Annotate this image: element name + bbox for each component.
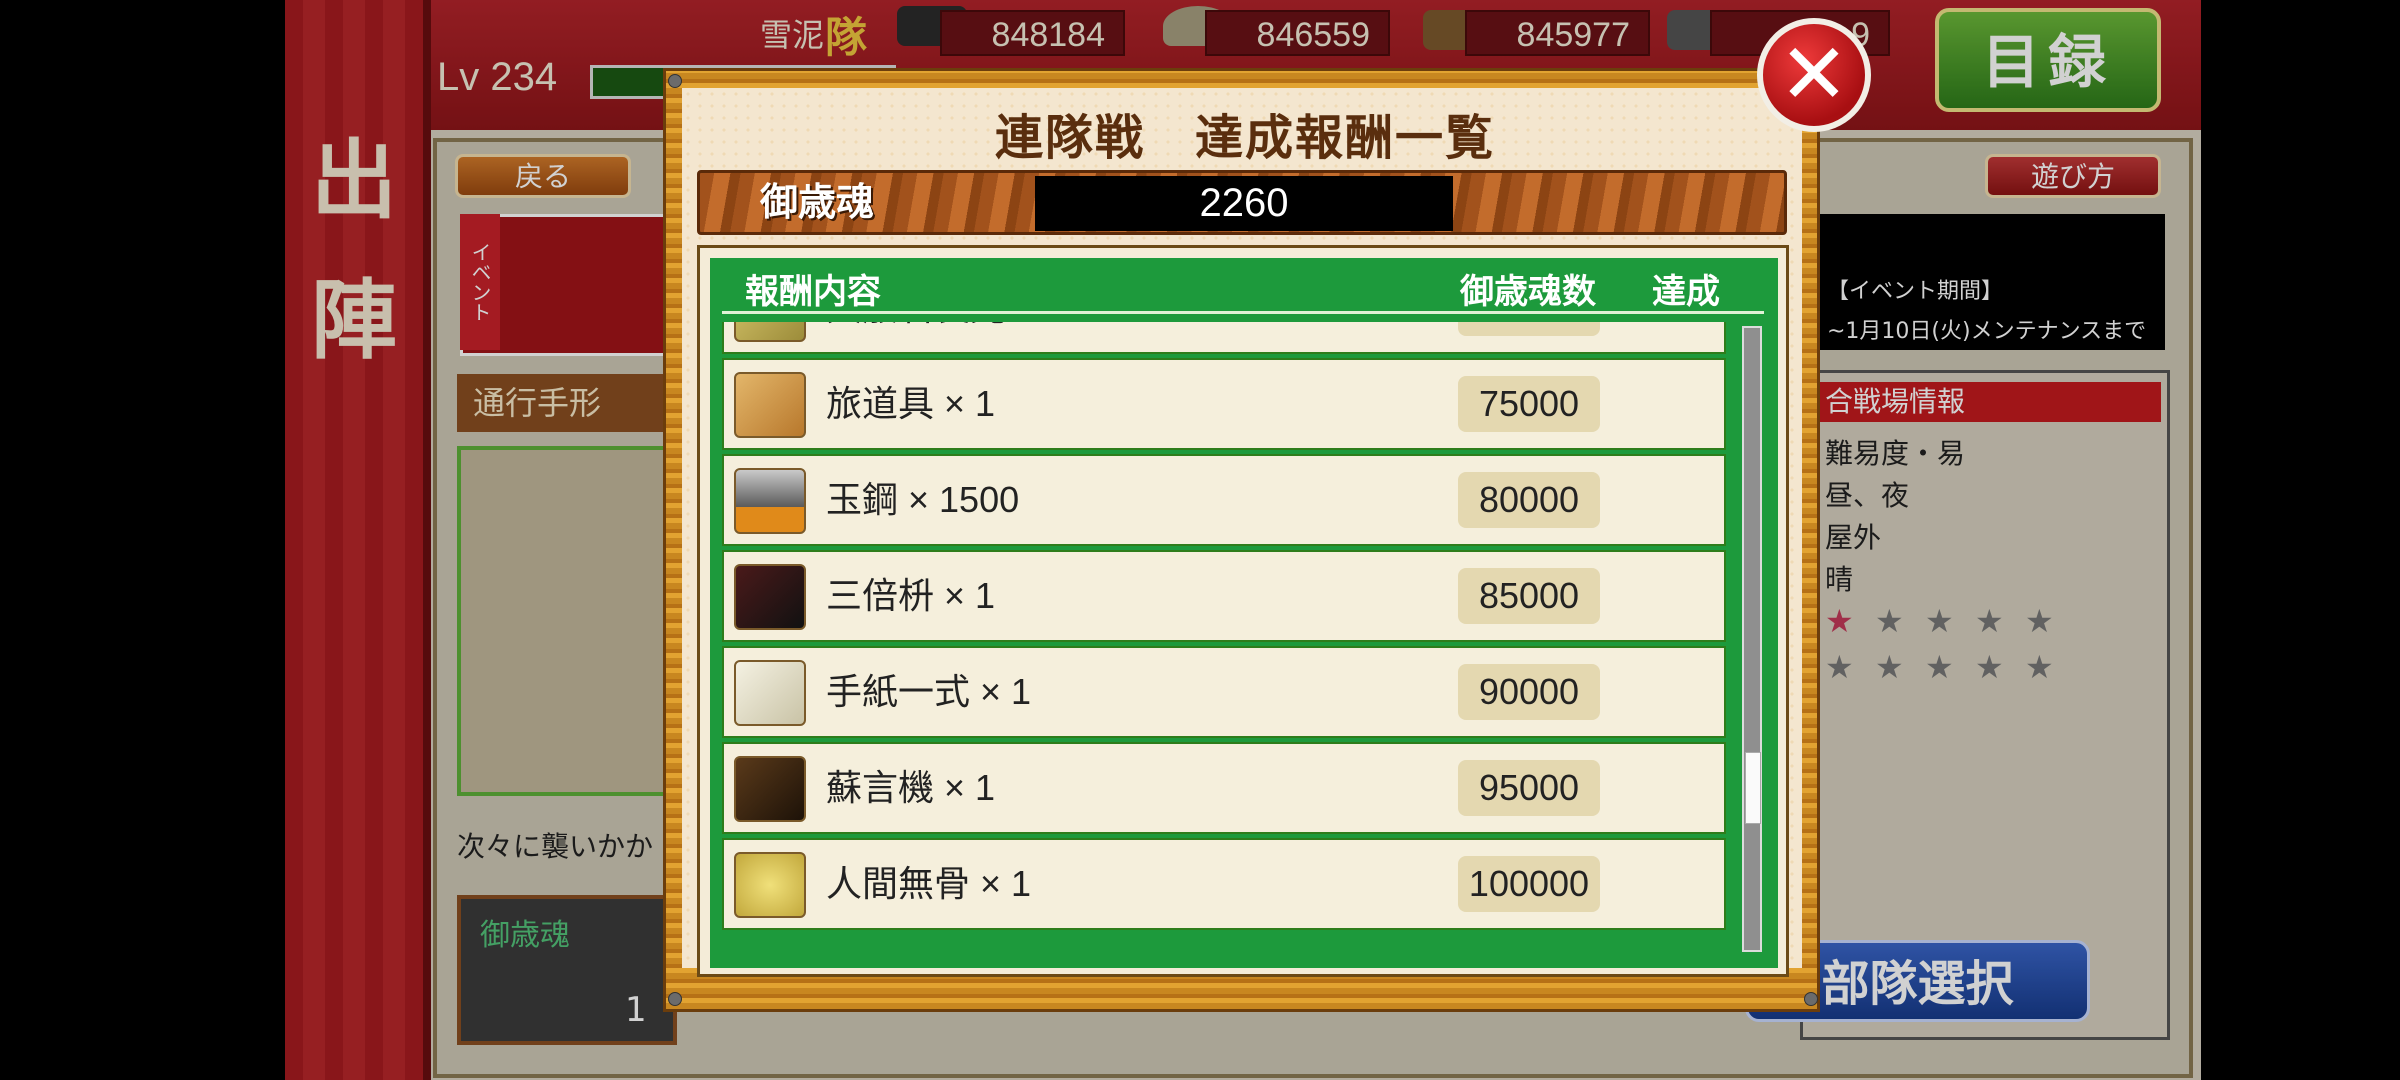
rivet: [1804, 992, 1818, 1006]
close-button[interactable]: ✕: [1757, 18, 1871, 132]
reward-list[interactable]: 大般若長光 × 1 70000 旅道具 × 1 75000 玉鋼 × 1500 …: [722, 322, 1730, 954]
reward-name: 三倍枡 × 1: [826, 575, 996, 616]
reward-count: 90000: [1458, 664, 1600, 720]
header-gosai-count: 御歳魂数: [1460, 272, 1596, 312]
scrollbar-track[interactable]: [1742, 326, 1762, 952]
spear-icon: [734, 852, 806, 918]
list-item: 手紙一式 × 1 90000: [722, 646, 1726, 738]
reward-count: 95000: [1458, 760, 1600, 816]
triple-masu-icon: [734, 564, 806, 630]
list-item: 人間無骨 × 1 100000: [722, 838, 1726, 930]
letter-set-icon: [734, 660, 806, 726]
reward-count: 70000: [1458, 322, 1600, 336]
reward-name: 手紙一式 × 1: [826, 671, 1032, 712]
reward-name: 旅道具 × 1: [826, 383, 996, 424]
gramophone-icon: [734, 756, 806, 822]
sword-icon: [734, 322, 806, 342]
tamahagane-icon: [734, 468, 806, 534]
header-achieved: 達成: [1652, 272, 1720, 312]
reward-name: 玉鋼 × 1500: [826, 479, 1020, 520]
rivet: [668, 992, 682, 1006]
score-value: 2260: [1035, 176, 1453, 231]
score-label: 御歳魂: [760, 179, 875, 224]
reward-count: 75000: [1458, 376, 1600, 432]
reward-count: 100000: [1458, 856, 1600, 912]
reward-name: 人間無骨 × 1: [826, 863, 1032, 904]
list-item: 蘇言機 × 1 95000: [722, 742, 1726, 834]
rivet: [668, 74, 682, 88]
close-icon: ✕: [1778, 25, 1850, 123]
reward-name: 蘇言機 × 1: [826, 767, 996, 808]
reward-name: 大般若長光 × 1: [826, 322, 1067, 352]
modal-title: 連隊戦 達成報酬一覧: [994, 110, 1495, 166]
list-item: 三倍枡 × 1 85000: [722, 550, 1726, 642]
header-reward-content: 報酬内容: [745, 272, 881, 312]
scrollbar-thumb[interactable]: [1745, 752, 1761, 824]
list-item: 大般若長光 × 1 70000: [722, 322, 1726, 354]
reward-count: 80000: [1458, 472, 1600, 528]
reward-count: 85000: [1458, 568, 1600, 624]
travel-kit-icon: [734, 372, 806, 438]
list-item: 旅道具 × 1 75000: [722, 358, 1726, 450]
list-item: 玉鋼 × 1500 80000: [722, 454, 1726, 546]
header-divider: [722, 311, 1764, 314]
